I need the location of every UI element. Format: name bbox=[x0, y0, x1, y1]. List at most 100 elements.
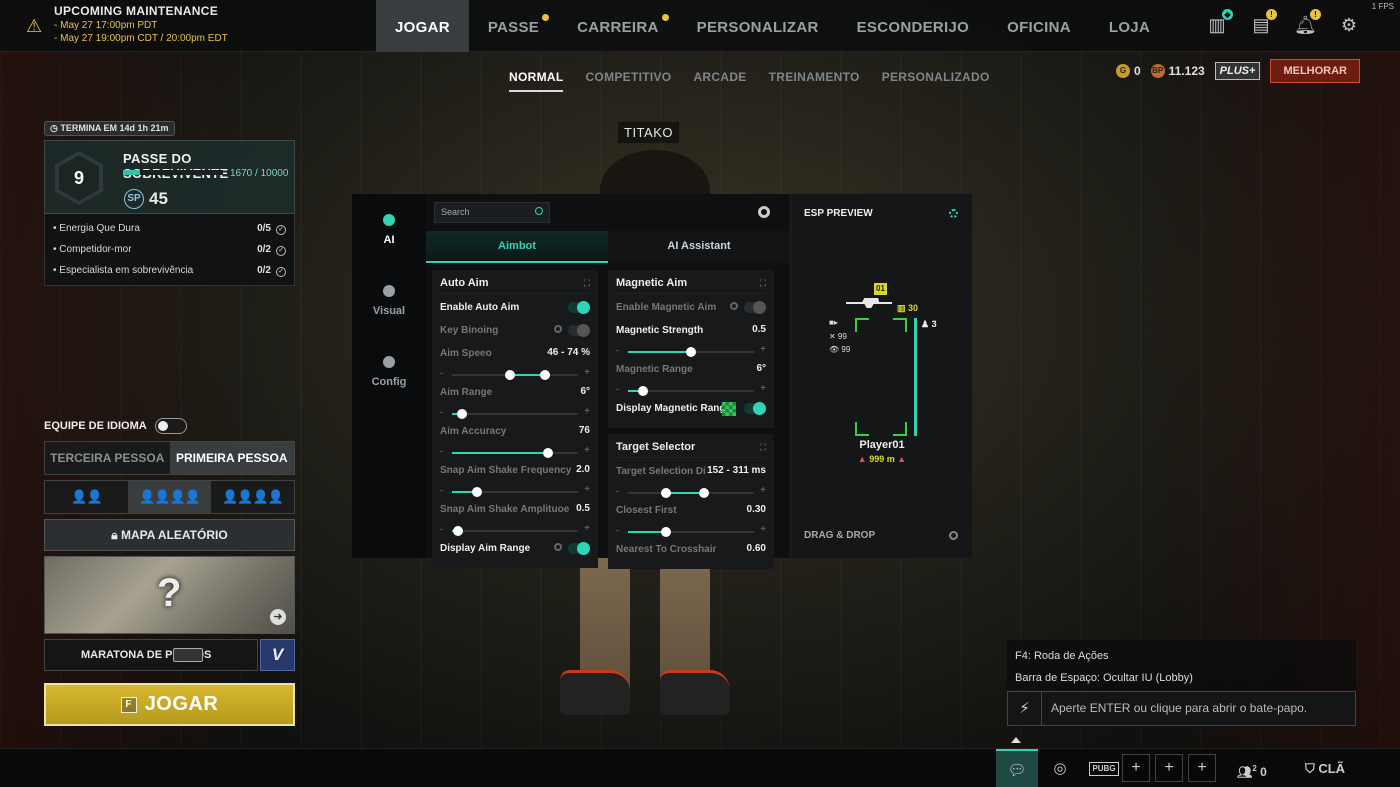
snap-amplitude-slider[interactable]: - + bbox=[440, 523, 590, 539]
character-shoe-left bbox=[560, 670, 630, 715]
tab-aimbot[interactable]: Aimbot bbox=[426, 231, 608, 263]
upgrade-button[interactable]: MELHORAR bbox=[1270, 59, 1360, 83]
plus-badge[interactable]: PLUS+ bbox=[1214, 62, 1261, 80]
survivor-pass-panel: ◷ TERMINA EM 14d 1h 21m 9 PASSE DO SOBRE… bbox=[44, 120, 295, 286]
list-item[interactable]: • Especialista em sobrevivência 0/2 ✓ bbox=[53, 260, 286, 281]
tab-arcade[interactable]: ARCADE bbox=[693, 70, 746, 92]
g-coin: G0 bbox=[1115, 64, 1141, 78]
squad-fpp-icon[interactable]: 👤👤👤👤 bbox=[211, 481, 294, 513]
store-icon[interactable]: ▥ ◆ bbox=[1206, 9, 1233, 36]
target-distance-slider[interactable]: - + bbox=[616, 485, 766, 501]
aim-range-slider[interactable]: - + bbox=[440, 406, 590, 422]
language-team-toggle[interactable] bbox=[154, 418, 187, 434]
tab-ai[interactable]: AI bbox=[352, 214, 426, 246]
squad-icon[interactable]: 👤👤👤👤 bbox=[128, 481, 211, 513]
magnetic-range-slider[interactable]: - + bbox=[616, 383, 766, 399]
duo-icon[interactable]: 👤👤 bbox=[45, 481, 128, 513]
add-friend-slot-2[interactable]: + bbox=[1155, 754, 1183, 782]
gear-icon[interactable] bbox=[730, 302, 738, 310]
top-bar: 1 FPS ⚠ UPCOMING MAINTENANCE - May 27 17… bbox=[0, 0, 1400, 52]
search-input[interactable]: Search bbox=[434, 202, 550, 223]
nav-passe[interactable]: PASSE bbox=[469, 0, 558, 52]
config-icon bbox=[383, 356, 395, 368]
gear-icon[interactable] bbox=[554, 543, 562, 551]
nav-oficina[interactable]: OFICINA bbox=[988, 0, 1090, 52]
tab-config[interactable]: Config bbox=[352, 356, 426, 388]
closest-first-slider[interactable]: - + bbox=[616, 524, 766, 540]
hint-hide-ui: Barra de Espaço: Ocultar IU (Lobby) bbox=[1015, 672, 1193, 684]
tab-competitivo[interactable]: COMPETITIVO bbox=[585, 70, 671, 92]
third-person-button[interactable]: TERCEIRA PESSOA bbox=[45, 442, 170, 474]
v-badge-button[interactable]: V bbox=[260, 639, 295, 671]
esp-box bbox=[855, 318, 907, 436]
chat-icon[interactable]: 💬︎ bbox=[996, 749, 1038, 787]
radar-icon[interactable]: ◎ bbox=[1042, 749, 1078, 787]
tab-normal[interactable]: NORMAL bbox=[509, 70, 564, 92]
aim-accuracy-slider[interactable]: - + bbox=[440, 445, 590, 461]
pass-card[interactable]: 9 PASSE DO SOBREVIVENTE 1670 / 10000 SP … bbox=[44, 140, 295, 214]
target-distance-row: Target Selection Di 152 - 311 ms bbox=[616, 465, 766, 477]
tab-ai-assistant[interactable]: AI Assistant bbox=[608, 231, 790, 263]
nav-jogar[interactable]: JOGAR bbox=[376, 0, 469, 52]
display-magnetic-range-toggle[interactable] bbox=[744, 402, 766, 415]
enable-auto-aim-toggle[interactable] bbox=[568, 301, 590, 314]
display-aim-range-toggle[interactable] bbox=[568, 542, 590, 555]
magnetic-strength-slider[interactable]: - + bbox=[616, 344, 766, 360]
level-hexagon: 9 bbox=[55, 151, 103, 205]
map-preview[interactable]: ? ➜ bbox=[44, 556, 295, 634]
gear-icon[interactable]: ⚙ bbox=[1338, 14, 1360, 36]
nav-carreira[interactable]: CARREIRA bbox=[558, 0, 678, 52]
bp-coin: BP 11.123 bbox=[1150, 64, 1205, 78]
nav-loja[interactable]: LOJA bbox=[1090, 0, 1169, 52]
visual-icon bbox=[383, 285, 395, 297]
arrow-right-icon[interactable]: ➜ bbox=[270, 609, 286, 625]
magnetic-strength-row: Magnetic Strength 0.5 bbox=[616, 324, 766, 336]
gear-icon[interactable] bbox=[758, 206, 770, 218]
esp-settings-icon[interactable] bbox=[949, 209, 958, 218]
enable-magnetic-aim-toggle[interactable] bbox=[744, 301, 766, 314]
news-icon[interactable]: ▤! bbox=[1250, 9, 1277, 36]
key-binding-toggle[interactable] bbox=[568, 324, 590, 337]
tab-visual[interactable]: Visual bbox=[352, 285, 426, 317]
target-selector-section: Target Selector ⛶ Target Selection Di 15… bbox=[608, 434, 774, 569]
aim-speed-slider[interactable]: - + bbox=[440, 367, 590, 383]
chat-input[interactable]: ⚡︎ Aperte ENTER ou clique para abrir o b… bbox=[1007, 691, 1356, 726]
tab-treinamento[interactable]: TREINAMENTO bbox=[769, 70, 860, 92]
camera-icon: ■▸ bbox=[829, 318, 838, 327]
add-friend-slot-3[interactable]: + bbox=[1188, 754, 1216, 782]
friends-button[interactable]: 👥︎2 0 bbox=[1232, 749, 1272, 787]
add-friend-slot-1[interactable]: + bbox=[1122, 754, 1150, 782]
drag-icon[interactable]: ⛶ bbox=[584, 278, 590, 289]
list-item[interactable]: • Energia Que Dura 0/5 ✓ bbox=[53, 218, 286, 239]
play-button[interactable]: F JOGAR bbox=[44, 683, 295, 726]
gear-icon[interactable] bbox=[554, 325, 562, 333]
first-person-button[interactable]: PRIMEIRA PESSOA bbox=[169, 442, 294, 474]
points-marathon[interactable]: MARATONA DE PONTOS bbox=[44, 639, 258, 671]
drag-icon[interactable]: ⛶ bbox=[760, 278, 766, 289]
bell-icon[interactable]: 🔔︎! bbox=[1294, 9, 1321, 36]
esp-ammo: ▥ 30 bbox=[897, 303, 919, 313]
magnetic-aim-section: Magnetic Aim ⛶ Enable Magnetic Aim Magne… bbox=[608, 270, 774, 428]
esp-title: ESP PREVIEW bbox=[804, 208, 873, 219]
nav-personalizar[interactable]: PERSONALIZAR bbox=[678, 0, 838, 52]
tab-personalizado[interactable]: PERSONALIZADO bbox=[882, 70, 990, 92]
marathon-toggle[interactable] bbox=[173, 648, 203, 662]
maintenance-notice[interactable]: ⚠ UPCOMING MAINTENANCE - May 27 17:00pm … bbox=[26, 4, 228, 44]
snap-frequency-slider[interactable]: - + bbox=[440, 484, 590, 500]
section-title: Target Selector bbox=[616, 438, 766, 458]
mission-list: • Energia Que Dura 0/5 ✓ • Competidor-mor 0… bbox=[44, 214, 295, 286]
list-item[interactable]: • Competidor-mor 0/2 ✓ bbox=[53, 239, 286, 260]
hint-action-wheel: F4: Roda de Ações bbox=[1015, 650, 1109, 662]
pass-xp: 1670 / 10000 bbox=[230, 168, 289, 179]
color-swatch[interactable] bbox=[722, 402, 736, 416]
drag-icon[interactable]: ⛶ bbox=[760, 442, 766, 453]
random-map-button[interactable]: 🔒︎ MAPA ALEATÓRIO bbox=[44, 519, 295, 551]
chevron-up-icon[interactable] bbox=[1011, 737, 1021, 743]
nav-esconderijo[interactable]: ESCONDERIJO bbox=[838, 0, 989, 52]
perspective-selector: TERCEIRA PESSOA PRIMEIRA PESSOA bbox=[44, 441, 295, 475]
gear-icon[interactable] bbox=[949, 531, 958, 540]
esp-distance: ▲ 999 m ▲ bbox=[857, 454, 907, 464]
lightning-icon[interactable]: ⚡︎ bbox=[1008, 692, 1042, 725]
clan-button[interactable]: ⛉ CLÃ bbox=[1300, 749, 1350, 787]
pubg-icon[interactable]: PUBG bbox=[1088, 749, 1120, 787]
